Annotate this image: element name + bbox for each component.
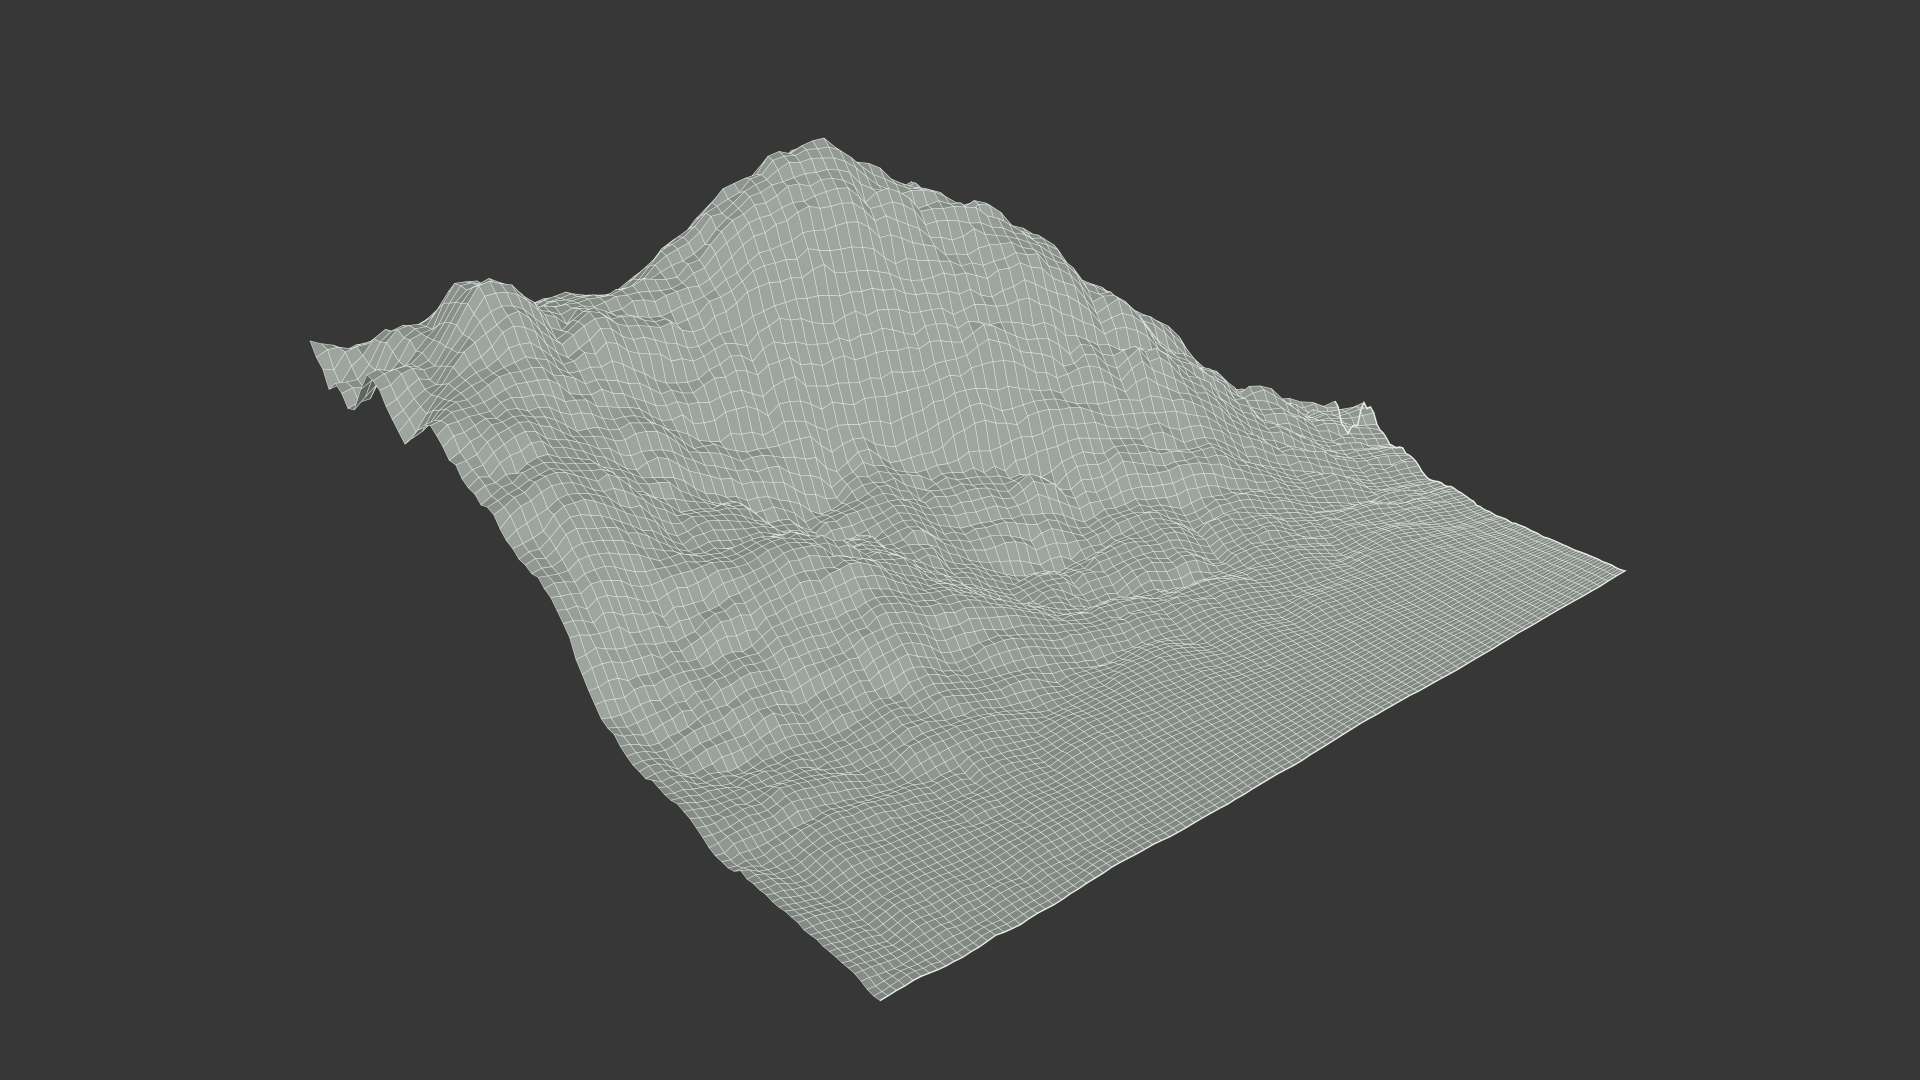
terrain-mesh xyxy=(309,137,1627,1002)
terrain-wireframe-render xyxy=(309,137,1627,1002)
render-viewport xyxy=(0,0,1920,1080)
